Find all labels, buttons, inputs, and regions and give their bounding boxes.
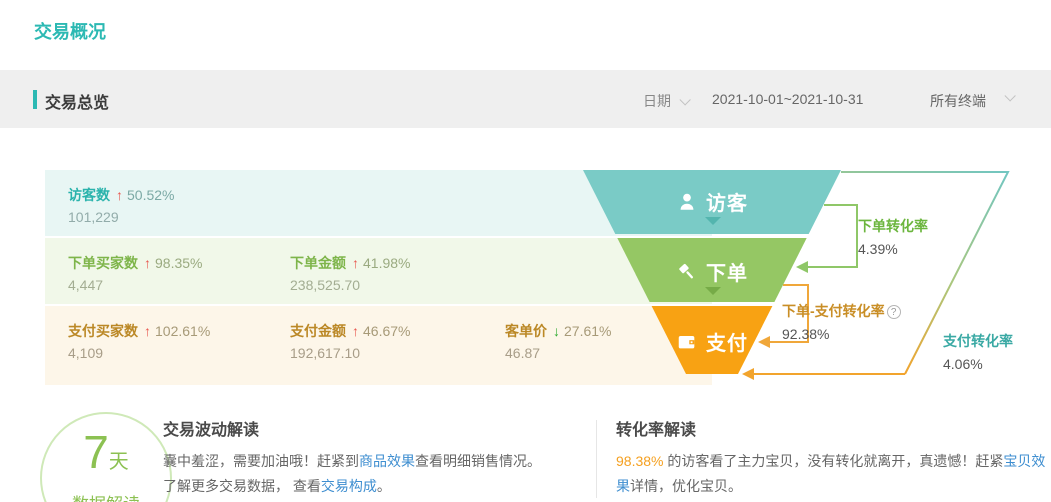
section-title: 交易总览 (45, 89, 109, 113)
order-conversion-rate: 下单转化率 4.39% (858, 216, 928, 257)
insight-divider (596, 420, 597, 498)
up-arrow-icon: ↑ (352, 255, 359, 271)
up-arrow-icon: ↑ (144, 323, 151, 339)
terminal-dropdown[interactable]: 所有终端 (930, 91, 986, 111)
section-toolbar: 交易总览 日期 2021-10-01~2021-10-31 所有终端 (0, 70, 1051, 128)
metric-payment-buyers: 支付买家数↑102.61% 4,109 (68, 321, 210, 363)
section-tick (33, 90, 37, 109)
trade-composition-link[interactable]: 交易构成 (321, 478, 377, 494)
up-arrow-icon: ↑ (352, 323, 359, 339)
gavel-icon (676, 261, 698, 283)
funnel-stage-payment: 支付 (637, 327, 787, 356)
metric-order-buyers: 下单买家数↑98.35% 4,447 (68, 253, 202, 295)
chevron-down-icon[interactable] (1004, 90, 1015, 101)
chevron-down-icon (705, 217, 721, 225)
metric-payment-amount: 支付金额↑46.67% 192,617.10 (290, 321, 410, 363)
chevron-down-icon (705, 287, 721, 295)
date-range-value[interactable]: 2021-10-01~2021-10-31 (712, 91, 863, 107)
conversion-insight: 转化率解读 98.38% 的访客看了主力宝贝，没有转化就离开，真遗憾！赶紧宝贝效… (616, 416, 1046, 499)
payment-conversion-rate: 支付转化率 4.06% (943, 331, 1013, 372)
page-title: 交易概况 (34, 18, 106, 44)
seven-day-badge: 7天 数据解读 (40, 412, 172, 502)
help-icon[interactable]: ? (887, 305, 901, 319)
date-dropdown[interactable]: 日期 (643, 91, 687, 111)
up-arrow-icon: ↑ (116, 187, 123, 203)
chevron-down-icon (679, 94, 690, 105)
funnel-stage-order: 下单 (637, 257, 787, 286)
metric-order-amount: 下单金额↑41.98% 238,525.70 (290, 253, 410, 295)
person-icon (676, 191, 698, 213)
product-effect-link[interactable]: 商品效果 (359, 453, 415, 469)
trade-fluctuation-insight: 交易波动解读 囊中羞涩，需要加油哦！赶紧到商品效果查看明细销售情况。 了解更多交… (163, 416, 583, 499)
wallet-icon (676, 331, 698, 353)
metric-visitors: 访客数↑50.52% 101,229 (68, 185, 174, 227)
order-payment-conversion-rate: 下单-支付转化率? 92.38% (782, 301, 901, 342)
up-arrow-icon: ↑ (144, 255, 151, 271)
trade-overview-page: 交易概况 交易总览 日期 2021-10-01~2021-10-31 所有终端 … (0, 0, 1051, 502)
funnel-stage-visitor: 访客 (637, 187, 787, 216)
conversion-highlight: 98.38% (616, 453, 663, 469)
